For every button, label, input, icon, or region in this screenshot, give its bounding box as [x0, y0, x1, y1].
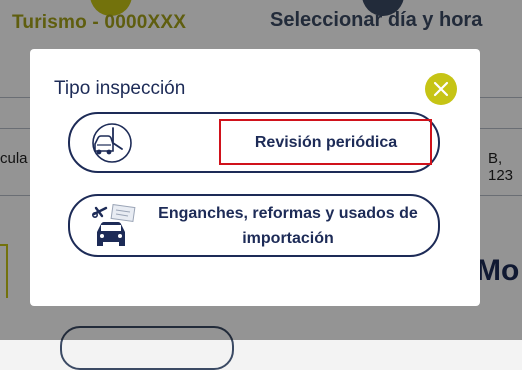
- option-label: Enganches, reformas y usados de importac…: [158, 205, 418, 247]
- car-inspection-icon: [86, 122, 136, 169]
- close-button[interactable]: [425, 73, 457, 105]
- close-icon: [433, 81, 449, 97]
- inspection-type-modal: Tipo inspección Revisión periódica Engan…: [30, 49, 480, 306]
- option-enganches-reformas[interactable]: Enganches, reformas y usados de importac…: [68, 194, 440, 257]
- selection-highlight: [219, 119, 432, 165]
- modal-title: Tipo inspección: [54, 78, 186, 99]
- car-repair-tools-icon: [91, 203, 138, 253]
